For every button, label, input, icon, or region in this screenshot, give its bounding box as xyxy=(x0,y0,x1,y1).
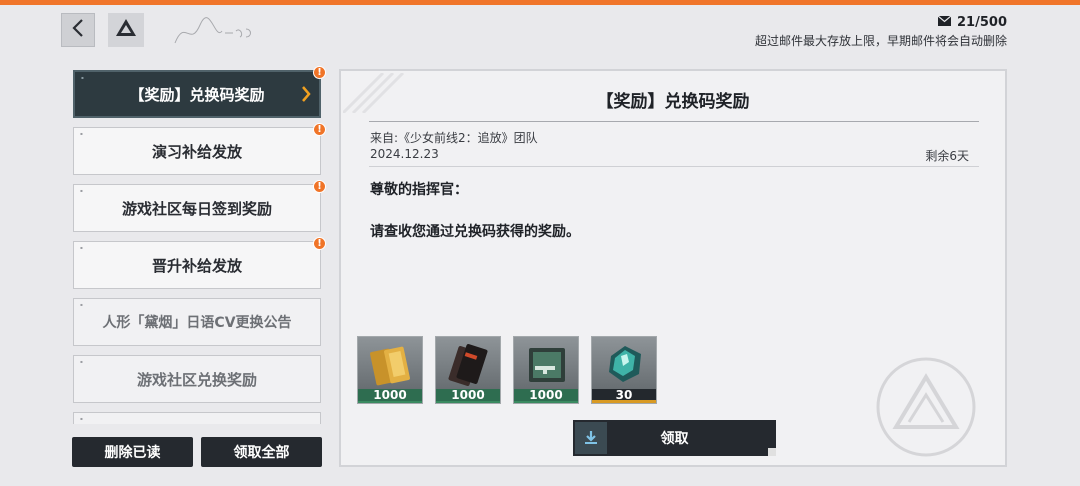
corner-tick xyxy=(768,448,776,456)
mail-counter-value: 21/500 xyxy=(957,15,1007,30)
reward-crystal[interactable]: 30 xyxy=(591,336,657,404)
mail-title: 【奖励】兑换码奖励 xyxy=(596,92,750,112)
reward-quantity: 1000 xyxy=(358,388,422,403)
unread-badge: ! xyxy=(313,237,326,250)
chevron-left-icon xyxy=(71,18,85,42)
reward-ticket[interactable]: 1000 xyxy=(435,336,501,404)
mail-item-partial[interactable]: ▪ xyxy=(73,412,321,424)
top-bar: 21/500 超过邮件最大存放上限，早期邮件将会自动删除 xyxy=(0,5,1080,55)
mail-list: ▪ 【奖励】兑换码奖励 ▪ 演习补给发放 ▪ 游戏社区每日签到奖励 ▪ 晋升补给… xyxy=(72,68,323,424)
mail-item-title: 晋升补给发放 xyxy=(151,256,242,275)
mail-item-cv-announcement[interactable]: ▪ 人形「黛烟」日语CV更换公告 xyxy=(73,298,321,346)
mail-counter: 21/500 xyxy=(937,15,1007,30)
mail-item-promotion-supply[interactable]: ▪ 晋升补给发放 xyxy=(73,241,321,289)
mail-item-title: 演习补给发放 xyxy=(151,142,242,161)
reward-quantity: 1000 xyxy=(436,388,500,403)
claim-all-button[interactable]: 领取全部 xyxy=(201,437,322,467)
mail-limit-note: 超过邮件最大存放上限，早期邮件将会自动删除 xyxy=(754,34,1007,48)
chevron-right-icon xyxy=(301,85,311,107)
stamp-watermark xyxy=(876,357,976,457)
divider xyxy=(369,121,979,122)
delete-read-button[interactable]: 删除已读 xyxy=(72,437,193,467)
mail-item-redeem-code[interactable]: ▪ 【奖励】兑换码奖励 xyxy=(73,70,321,118)
home-button[interactable] xyxy=(108,13,144,47)
mail-item-drill-supply[interactable]: ▪ 演习补给发放 xyxy=(73,127,321,175)
mail-date: 2024.12.23 xyxy=(370,147,439,161)
envelope-icon xyxy=(937,15,952,30)
mail-detail-panel: 【奖励】兑换码奖励 来自:《少女前线2：追放》团队 2024.12.23 剩余6… xyxy=(339,69,1007,467)
download-icon xyxy=(575,422,607,454)
reward-quantity: 1000 xyxy=(514,388,578,403)
claim-button[interactable]: 领取 xyxy=(573,420,776,456)
mail-item-daily-checkin[interactable]: ▪ 游戏社区每日签到奖励 xyxy=(73,184,321,232)
reward-weapon-card[interactable]: 1000 xyxy=(513,336,579,404)
unread-badge: ! xyxy=(313,123,326,136)
mail-item-title: 人形「黛烟」日语CV更换公告 xyxy=(102,315,292,331)
claim-button-label: 领取 xyxy=(660,431,689,447)
mail-item-community-exchange[interactable]: ▪ 游戏社区兑换奖励 xyxy=(73,355,321,403)
reward-quantity: 30 xyxy=(592,388,656,403)
back-button[interactable] xyxy=(61,13,95,47)
mail-sender: 来自:《少女前线2：追放》团队 xyxy=(370,131,538,145)
unread-badge: ! xyxy=(313,66,326,79)
mail-item-title: 游戏社区每日签到奖励 xyxy=(121,199,272,218)
unread-badge: ! xyxy=(313,180,326,193)
signature-decoration xyxy=(174,17,251,44)
mail-greeting: 尊敬的指挥官： xyxy=(370,182,468,198)
mail-item-title: 【奖励】兑换码奖励 xyxy=(129,85,265,104)
mail-remaining-time: 剩余6天 xyxy=(925,149,969,163)
mail-item-title: 游戏社区兑换奖励 xyxy=(136,370,257,389)
mail-body: 请查收您通过兑换码获得的奖励。 xyxy=(370,224,580,240)
triangle-logo-icon xyxy=(115,18,137,42)
footer-decoration xyxy=(0,474,1080,486)
divider xyxy=(369,166,979,167)
reward-gold-bar[interactable]: 1000 xyxy=(357,336,423,404)
